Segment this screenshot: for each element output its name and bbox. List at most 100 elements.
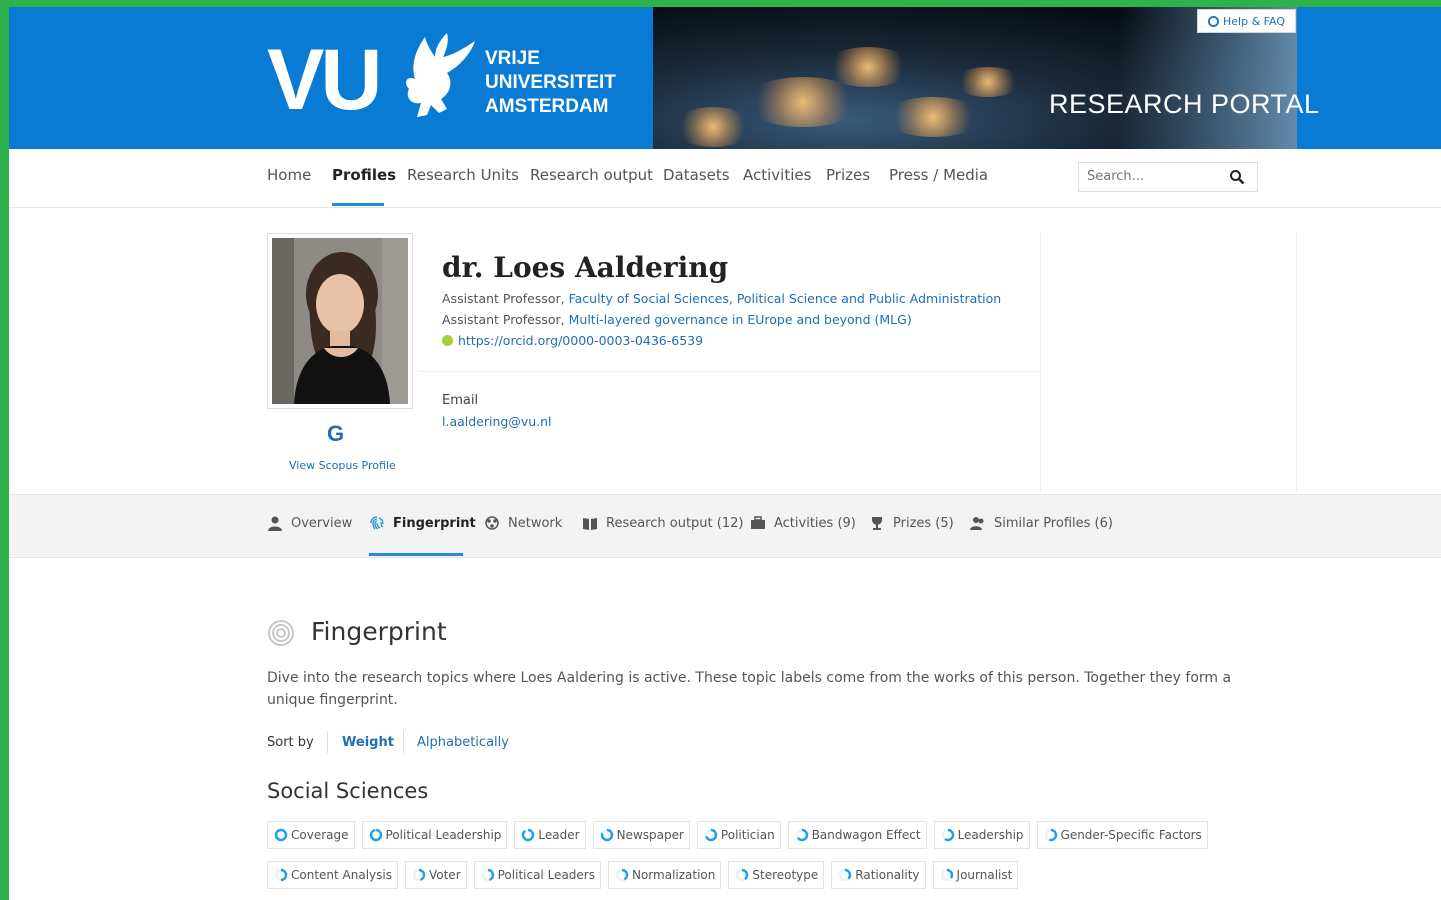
orcid-icon bbox=[442, 335, 453, 346]
university-name: VRIJE UNIVERSITEIT AMSTERDAM bbox=[485, 47, 616, 119]
tab-activities[interactable]: Activities (9) bbox=[750, 515, 856, 531]
weight-ring-icon bbox=[522, 828, 535, 842]
role-title: Assistant Professor, bbox=[442, 312, 569, 327]
concept-chip[interactable]: Leadership bbox=[933, 821, 1030, 849]
tab-research-output[interactable]: Research output (12) bbox=[582, 515, 743, 531]
concept-chip[interactable]: Politician bbox=[696, 821, 781, 849]
scopus-logo-icon[interactable]: G bbox=[327, 421, 344, 447]
concept-chip[interactable]: Bandwagon Effect bbox=[787, 821, 927, 849]
tab-label: Similar Profiles (6) bbox=[994, 515, 1113, 531]
search-box[interactable] bbox=[1078, 162, 1258, 192]
griffin-logo-icon bbox=[406, 33, 475, 117]
fingerprint-description: Dive into the research topics where Loes… bbox=[267, 670, 1232, 708]
concept-chip-label: Normalization bbox=[631, 868, 716, 882]
tab-label: Fingerprint bbox=[393, 515, 476, 531]
role-title: Assistant Professor, bbox=[442, 291, 569, 306]
sort-weight-option[interactable]: Weight bbox=[342, 735, 394, 750]
concept-chip-row: Coverage Political Leadership Leader Newspa… bbox=[267, 821, 1208, 849]
concept-chip-label: Content Analysis bbox=[291, 868, 392, 882]
concept-chip[interactable]: Political Leaders bbox=[473, 861, 601, 889]
concept-chip[interactable]: Stereotype bbox=[728, 861, 825, 889]
sort-divider bbox=[327, 731, 328, 753]
weight-ring-icon bbox=[736, 868, 749, 882]
nav-research-output[interactable]: Research output bbox=[530, 166, 653, 184]
tab-overview[interactable]: Overview bbox=[267, 515, 352, 531]
profile-photo-frame bbox=[267, 233, 413, 409]
concept-chip[interactable]: Political Leadership bbox=[361, 821, 508, 849]
concept-chip[interactable]: Newspaper bbox=[592, 821, 690, 849]
concept-chip[interactable]: Coverage bbox=[267, 821, 355, 849]
weight-ring-icon bbox=[600, 828, 613, 842]
nav-home[interactable]: Home bbox=[267, 166, 311, 184]
concept-chip-label: Politician bbox=[720, 828, 775, 842]
concept-chip[interactable]: Journalist bbox=[932, 861, 1019, 889]
vu-logo-letters[interactable]: VU bbox=[267, 35, 382, 125]
nav-activities[interactable]: Activities bbox=[743, 166, 811, 184]
tab-label: Network bbox=[508, 515, 563, 531]
view-scopus-profile-link[interactable]: View Scopus Profile bbox=[289, 459, 396, 472]
nav-prizes[interactable]: Prizes bbox=[826, 166, 870, 184]
tab-network[interactable]: Network bbox=[484, 515, 562, 531]
search-icon[interactable] bbox=[1229, 169, 1245, 185]
concept-chip-label: Bandwagon Effect bbox=[811, 828, 921, 842]
page-frame: VU VRIJE UNIVERSITEIT AMSTERDAM RESEARCH… bbox=[9, 7, 1441, 900]
divider-vertical bbox=[1040, 233, 1041, 493]
weight-ring-icon bbox=[1044, 828, 1057, 842]
concept-chip[interactable]: Rationality bbox=[831, 861, 926, 889]
site-banner: VU VRIJE UNIVERSITEIT AMSTERDAM RESEARCH… bbox=[9, 7, 1441, 149]
fingerprint-icon bbox=[370, 516, 384, 530]
weight-ring-icon bbox=[839, 868, 852, 882]
concept-chip-row: Content Analysis Voter Political Leaders No… bbox=[267, 861, 1019, 889]
weight-ring-icon bbox=[274, 828, 288, 842]
concept-chip-label: Gender-Specific Factors bbox=[1060, 828, 1202, 842]
tab-prizes[interactable]: Prizes (5) bbox=[869, 515, 954, 531]
weight-ring-icon bbox=[412, 868, 426, 882]
nav-profiles[interactable]: Profiles bbox=[332, 166, 396, 184]
weight-ring-icon bbox=[615, 868, 629, 882]
concept-chip[interactable]: Gender-Specific Factors bbox=[1036, 821, 1208, 849]
nav-press-media[interactable]: Press / Media bbox=[889, 166, 988, 184]
concept-chip-label: Leadership bbox=[957, 828, 1024, 842]
weight-ring-icon bbox=[941, 828, 954, 842]
research-portal-title: RESEARCH PORTAL bbox=[1049, 89, 1320, 119]
nav-research-units[interactable]: Research Units bbox=[407, 166, 519, 184]
profile-role-2: Assistant Professor, Multi-layered gover… bbox=[442, 312, 912, 327]
orcid-link[interactable]: https://orcid.org/0000-0003-0436-6539 bbox=[458, 333, 703, 348]
search-input[interactable] bbox=[1079, 163, 1235, 189]
university-name-line1: VRIJE bbox=[485, 48, 540, 69]
tab-label: Overview bbox=[291, 515, 353, 531]
role-affiliation-link[interactable]: Faculty of Social Sciences, Political Sc… bbox=[569, 291, 1002, 306]
profile-tabs: Overview Fingerprint Network Research ou… bbox=[9, 494, 1441, 558]
concept-chip-label: Rationality bbox=[855, 868, 920, 882]
divider-vertical bbox=[1296, 233, 1297, 493]
sort-alphabetical-option[interactable]: Alphabetically bbox=[417, 735, 509, 750]
people-icon bbox=[970, 517, 984, 530]
concept-chip[interactable]: Leader bbox=[514, 821, 586, 849]
tab-label: Research output (12) bbox=[606, 515, 744, 531]
concept-chip-label: Stereotype bbox=[752, 868, 819, 882]
university-name-line3: AMSTERDAM bbox=[485, 96, 609, 117]
email-link[interactable]: l.aaldering@vu.nl bbox=[442, 414, 552, 429]
nav-active-indicator bbox=[332, 203, 384, 206]
role-affiliation-link[interactable]: Multi-layered governance in EUrope and b… bbox=[569, 312, 912, 327]
tab-active-indicator bbox=[369, 553, 463, 556]
concept-chip-label: Leader bbox=[538, 828, 580, 842]
tab-fingerprint[interactable]: Fingerprint bbox=[369, 515, 476, 531]
tab-similar-profiles[interactable]: Similar Profiles (6) bbox=[970, 515, 1113, 531]
concept-chip[interactable]: Voter bbox=[404, 861, 467, 889]
help-faq-button[interactable]: Help & FAQ bbox=[1197, 9, 1296, 33]
nav-datasets[interactable]: Datasets bbox=[663, 166, 730, 184]
profile-name: dr. Loes Aaldering bbox=[442, 251, 729, 284]
weight-ring-icon bbox=[369, 828, 382, 842]
orcid-line: https://orcid.org/0000-0003-0436-6539 bbox=[442, 333, 703, 348]
concept-chip[interactable]: Normalization bbox=[607, 861, 722, 889]
weight-ring-icon bbox=[274, 868, 288, 882]
sort-by-label: Sort by bbox=[267, 735, 314, 750]
concept-chip[interactable]: Content Analysis bbox=[267, 861, 398, 889]
weight-ring-icon bbox=[940, 868, 953, 882]
category-heading: Social Sciences bbox=[267, 779, 429, 803]
sort-divider bbox=[403, 731, 404, 753]
concept-chip-label: Political Leadership bbox=[385, 828, 502, 842]
email-label: Email bbox=[442, 393, 479, 408]
trophy-icon bbox=[872, 517, 882, 530]
